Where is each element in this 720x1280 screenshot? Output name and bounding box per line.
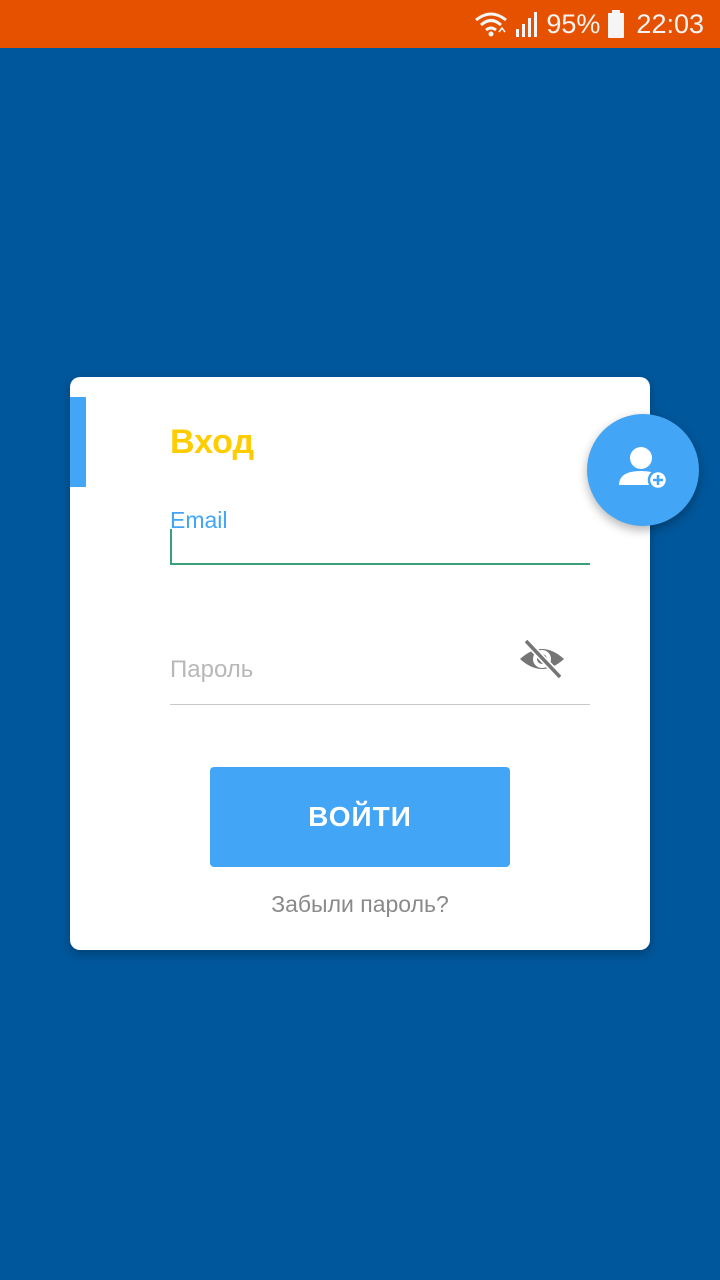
- eye-off-icon[interactable]: [518, 635, 566, 683]
- register-fab-button[interactable]: [587, 414, 699, 526]
- login-title: Вход: [170, 423, 255, 461]
- clock: 22:03: [636, 8, 704, 39]
- status-bar: 95% 22:03: [0, 0, 720, 48]
- signal-icon: [516, 11, 538, 37]
- wifi-icon: [474, 10, 508, 38]
- battery-icon: [608, 10, 625, 38]
- text-cursor: [170, 529, 172, 565]
- battery-percent: 95%: [546, 8, 601, 39]
- card-accent-bar: [70, 397, 86, 487]
- forgot-password-link[interactable]: Забыли пароль?: [70, 891, 650, 918]
- login-card: Вход Email ВОЙТИ Забыли пароль?: [70, 377, 650, 950]
- status-icons: 95% 22:03: [474, 0, 704, 48]
- add-user-icon: [617, 445, 669, 496]
- email-field[interactable]: [170, 529, 590, 565]
- login-button[interactable]: ВОЙТИ: [210, 767, 510, 867]
